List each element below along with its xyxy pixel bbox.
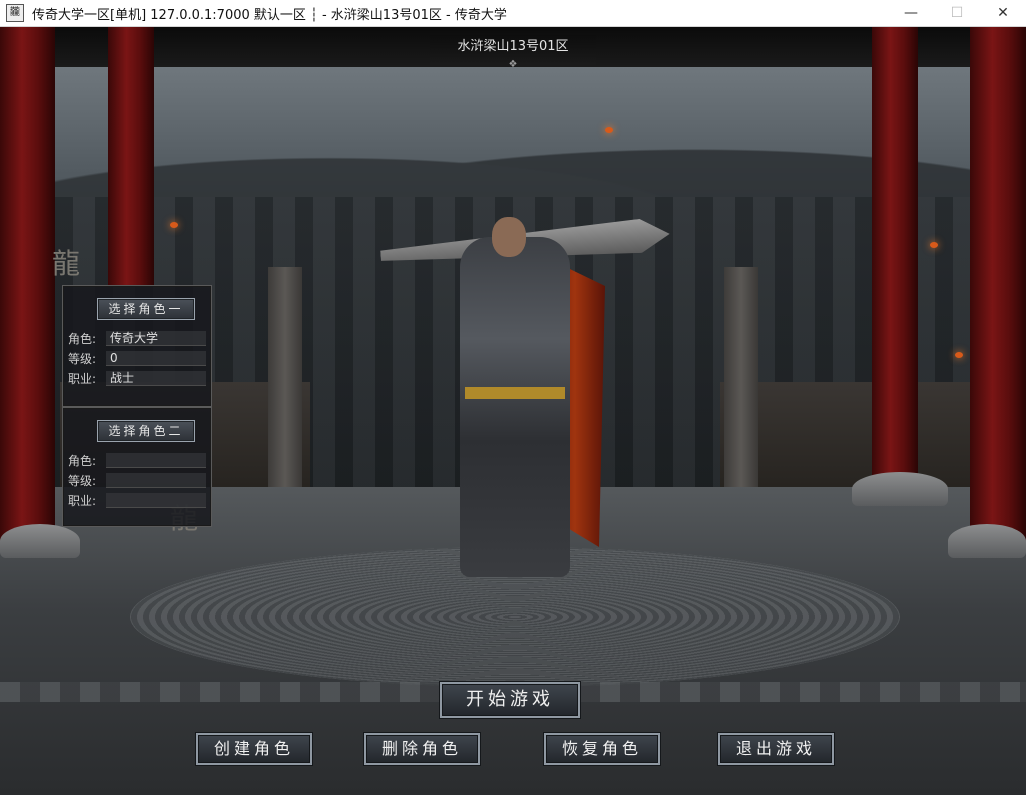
slot2-name-row: 角色: [68,452,206,468]
level-value: 0 [106,350,206,366]
slot1-class-row: 职业: 战士 [68,370,206,386]
level-label: 等级: [68,351,97,366]
minimize-button[interactable]: — [888,0,934,26]
name-label: 角色: [68,331,97,346]
level-label: 等级: [68,473,97,488]
maximize-button[interactable]: ☐ [934,0,980,26]
select-character-2-button[interactable]: 选择角色二 [97,420,195,442]
fire-light [605,127,613,133]
start-game-button[interactable]: 开始游戏 [440,682,580,718]
slot2-level-row: 等级: [68,472,206,488]
armored-body [460,237,570,577]
slot1-level-row: 等级: 0 [68,350,206,366]
close-button[interactable]: ✕ [980,0,1026,26]
delete-character-button[interactable]: 删除角色 [364,733,480,765]
fire-light [930,242,938,248]
red-pillar-right-inner [872,27,918,477]
character-slot-2: 选择角色二 角色: 等级: 职业: [62,407,212,527]
red-pillar-left-inner [108,27,154,287]
gold-belt [465,387,565,399]
name-label: 角色: [68,453,97,468]
game-window: 龖 传奇大学一区[单机] 127.0.0.1:7000 默认一区 ┆ - 水浒梁… [0,0,1026,795]
create-character-button[interactable]: 创建角色 [196,733,312,765]
app-icon: 龖 [6,4,24,22]
banner-ornament-icon: ❖ [508,59,518,70]
class-value: 战士 [106,370,206,386]
level-value [106,472,206,488]
rail-post [268,267,302,492]
dragon-ornament-icon: 龍 [52,247,81,280]
name-value: 传奇大学 [106,330,206,346]
fire-light [955,352,963,358]
rail-post [724,267,758,492]
window-title: 传奇大学一区[单机] 127.0.0.1:7000 默认一区 ┆ - 水浒梁山1… [32,7,507,23]
name-value [106,452,206,468]
slot1-name-row: 角色: 传奇大学 [68,330,206,346]
fire-light [170,222,178,228]
class-value [106,492,206,508]
character-model-warrior[interactable] [410,217,650,587]
slot2-class-row: 职业: [68,492,206,508]
pillar-base [852,472,948,506]
red-pillar-left-outer [0,27,55,547]
title-bar[interactable]: 龖 传奇大学一区[单机] 127.0.0.1:7000 默认一区 ┆ - 水浒梁… [0,0,1026,27]
select-character-1-button[interactable]: 选择角色一 [97,298,195,320]
character-select-scene: 水浒梁山13号01区 ❖ 龍 龍 选择角色一 角色: 传奇大学 等级: 0 职业… [0,27,1026,795]
class-label: 职业: [68,371,97,386]
restore-character-button[interactable]: 恢复角色 [544,733,660,765]
pillar-base [0,524,80,558]
exit-game-button[interactable]: 退出游戏 [718,733,834,765]
red-pillar-right-outer [970,27,1026,547]
character-slot-1: 选择角色一 角色: 传奇大学 等级: 0 职业: 战士 [62,285,212,407]
hero-head [492,217,526,257]
class-label: 职业: [68,493,97,508]
pillar-base [948,524,1026,558]
